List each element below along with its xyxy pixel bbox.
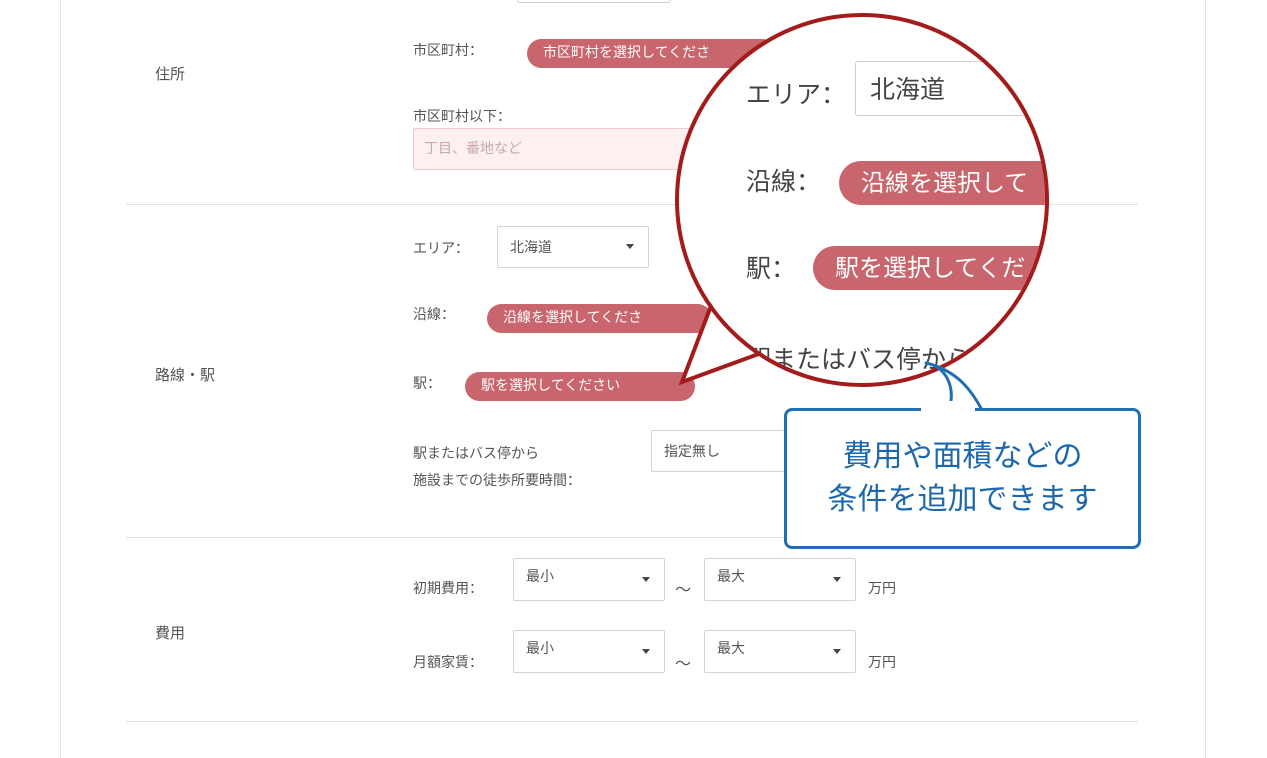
- initial-cost-label: 初期費用：: [413, 581, 483, 597]
- zoom-station-label: 駅：: [746, 254, 797, 283]
- initial-cost-unit: 万円: [868, 581, 896, 597]
- initial-cost-min-value: 最小: [526, 569, 554, 585]
- zoom-area-label: エリア：: [746, 80, 847, 109]
- chevron-down-icon: [833, 648, 841, 654]
- below-city-input[interactable]: 丁目、番地など: [413, 128, 713, 170]
- range-tilde: ～: [675, 580, 692, 599]
- monthly-rent-max-select[interactable]: 最大: [704, 630, 856, 673]
- divider: [126, 721, 1138, 722]
- chevron-down-icon: [642, 576, 650, 582]
- zoom-area-select: 北海道: [855, 61, 1045, 116]
- walk-time-label-line2: 施設までの徒歩所要時間：: [413, 473, 581, 489]
- station-label: 駅：: [413, 376, 441, 392]
- tooltip-line1: 費用や面積などの: [842, 439, 1083, 474]
- hint-tooltip: 費用や面積などの 条件を追加できます: [784, 408, 1141, 549]
- zoom-station-pill: 駅を選択してくだ: [813, 246, 1045, 290]
- zoom-line-pill: 沿線を選択して: [839, 161, 1045, 205]
- below-city-label: 市区町村以下：: [413, 109, 511, 125]
- area-select[interactable]: 北海道: [497, 226, 649, 268]
- monthly-rent-max-value: 最大: [717, 641, 745, 657]
- magnifier-zoom: エリア： 北海道 沿線： 沿線を選択して 駅： 駅を選択してくだ 駅またはバス停…: [679, 17, 1045, 383]
- monthly-rent-unit: 万円: [868, 655, 896, 671]
- tooltip-pointer-join: [921, 401, 975, 411]
- city-label: 市区町村：: [413, 43, 483, 59]
- select-partial-top[interactable]: [517, 0, 671, 3]
- monthly-rent-min-value: 最小: [526, 641, 554, 657]
- walk-time-label-line1: 駅またはバス停から: [413, 446, 539, 462]
- section-label-route: 路線・駅: [155, 366, 216, 384]
- chevron-down-icon: [833, 576, 841, 582]
- initial-cost-min-select[interactable]: 最小: [513, 558, 665, 601]
- range-tilde: ～: [675, 654, 692, 673]
- chevron-down-icon: [626, 244, 634, 249]
- monthly-rent-label: 月額家賃：: [413, 655, 483, 671]
- zoom-line-label: 沿線：: [746, 167, 822, 196]
- section-label-address: 住所: [155, 65, 186, 83]
- tooltip-line2: 条件を追加できます: [827, 482, 1098, 517]
- initial-cost-max-select[interactable]: 最大: [704, 558, 856, 601]
- walk-time-select-value: 指定無し: [664, 444, 720, 460]
- area-select-value: 北海道: [510, 240, 552, 256]
- area-label: エリア：: [413, 241, 469, 257]
- station-select-button[interactable]: 駅を選択してください: [465, 372, 695, 401]
- initial-cost-max-value: 最大: [717, 569, 745, 585]
- line-label: 沿線：: [413, 307, 455, 323]
- chevron-down-icon: [642, 648, 650, 654]
- section-label-cost: 費用: [155, 624, 186, 642]
- monthly-rent-min-select[interactable]: 最小: [513, 630, 665, 673]
- walk-time-select[interactable]: 指定無し: [651, 430, 791, 472]
